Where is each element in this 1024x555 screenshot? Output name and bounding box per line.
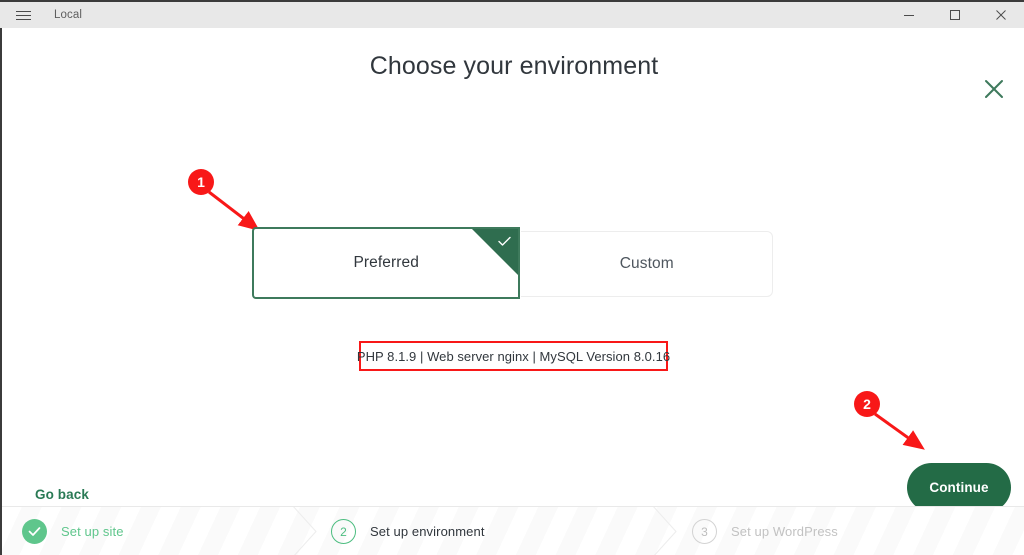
stepper-item-set-up-site[interactable]: Set up site <box>22 507 124 555</box>
custom-environment-tab[interactable]: Custom <box>521 231 773 297</box>
go-back-link[interactable]: Go back <box>35 487 89 502</box>
hamburger-menu-icon[interactable] <box>0 2 46 28</box>
step-1-status-icon <box>22 519 47 544</box>
check-icon <box>28 527 41 536</box>
stepper-separator-1 <box>290 507 324 555</box>
step-3-number: 3 <box>692 519 717 544</box>
local-app-window: Local Choose your environment Preferred … <box>0 0 1024 555</box>
setup-stepper: Set up site 2 Set up environment 3 Set u… <box>2 506 1024 555</box>
environment-selector: Preferred Custom <box>252 227 773 299</box>
step-3-label: Set up WordPress <box>731 524 838 539</box>
window-controls <box>886 2 1024 28</box>
page-title: Choose your environment <box>369 52 659 80</box>
app-title: Local <box>54 9 82 21</box>
stepper-item-set-up-wordpress[interactable]: 3 Set up WordPress <box>692 507 838 555</box>
window-body: Choose your environment Preferred Custom… <box>0 28 1024 555</box>
preferred-environment-tab[interactable]: Preferred <box>252 227 521 299</box>
close-icon[interactable] <box>978 73 1010 105</box>
minimize-icon[interactable] <box>886 2 932 28</box>
continue-button[interactable]: Continue <box>907 463 1011 512</box>
custom-tab-label: Custom <box>619 255 674 272</box>
window-close-icon[interactable] <box>978 2 1024 28</box>
step-1-label: Set up site <box>61 524 124 539</box>
step-2-number: 2 <box>331 519 356 544</box>
step-2-label: Set up environment <box>370 524 485 539</box>
selected-check-corner <box>472 229 519 275</box>
stepper-separator-2 <box>650 507 684 555</box>
maximize-icon[interactable] <box>932 2 978 28</box>
environment-details-highlight: PHP 8.1.9 | Web server nginx | MySQL Ver… <box>356 341 671 371</box>
stepper-item-set-up-environment[interactable]: 2 Set up environment <box>331 507 485 555</box>
preferred-tab-label: Preferred <box>353 254 419 271</box>
check-icon <box>498 236 512 246</box>
environment-details-text: PHP 8.1.9 | Web server nginx | MySQL Ver… <box>356 348 671 364</box>
window-titlebar: Local <box>0 0 1024 28</box>
